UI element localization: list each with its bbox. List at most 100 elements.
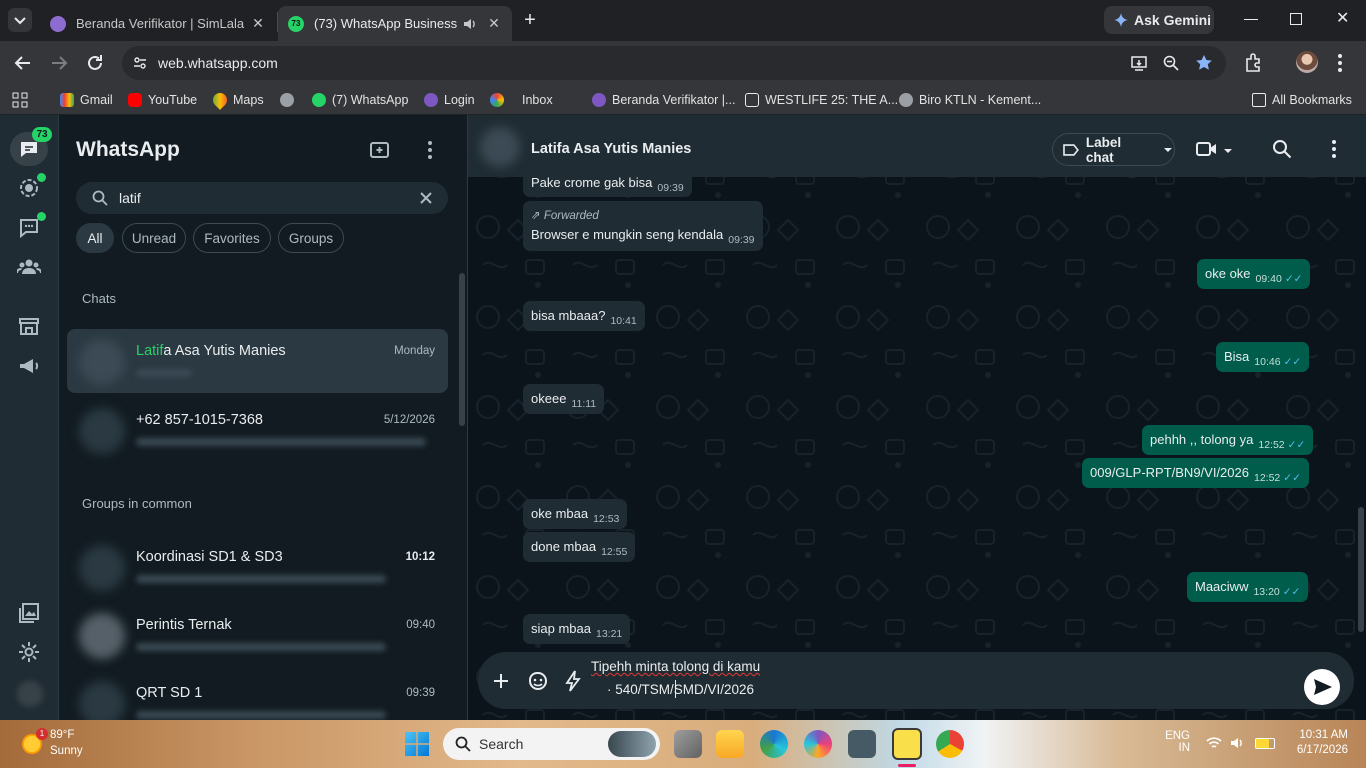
filter-favorites[interactable]: Favorites [193, 223, 271, 253]
contact-name[interactable]: Latifa Asa Yutis Manies [531, 141, 691, 157]
outgoing-message[interactable]: oke oke 09:40 ✓✓ [1197, 259, 1311, 289]
tab-simlala[interactable]: Beranda Verifikator | SimLala ✕ [40, 6, 276, 41]
message-draft-line-1[interactable]: Tipehh minta tolong di kamu [591, 659, 760, 674]
copilot-icon[interactable] [804, 730, 832, 758]
site-info-icon[interactable] [132, 55, 148, 71]
close-tab-icon[interactable]: ✕ [486, 15, 502, 32]
chrome-menu-icon[interactable] [1328, 51, 1352, 75]
clock[interactable]: 10:31 AM 6/17/2026 [1280, 729, 1348, 756]
bookmark-gmail[interactable]: Gmail [60, 91, 113, 109]
extensions-icon[interactable] [1242, 51, 1266, 75]
label-chat-button[interactable]: Label chat [1052, 133, 1175, 166]
menu-dots-icon[interactable] [1324, 139, 1344, 159]
sticker-emoji-icon[interactable] [527, 670, 549, 692]
incoming-message[interactable]: oke mbaa 12:53 [523, 499, 628, 529]
search-input[interactable] [119, 188, 399, 208]
task-view-icon[interactable] [674, 730, 702, 758]
chat-list-panel: WhatsApp All Unread Favorites Groups Cha… [59, 115, 468, 720]
bookmark-youtube[interactable]: YouTube [128, 91, 197, 109]
filter-groups[interactable]: Groups [278, 223, 344, 253]
weather-widget[interactable]: 1 89°F Sunny [20, 728, 90, 760]
bookmark-biro-ktln[interactable]: Biro KTLN - Kement... [899, 91, 1041, 109]
chat-list-scrollbar[interactable] [459, 273, 465, 426]
outgoing-message[interactable]: pehhh ,, tolong ya 12:52 ✓✓ [1142, 425, 1314, 455]
install-app-icon[interactable] [1130, 54, 1148, 72]
profile-avatar[interactable] [1296, 51, 1318, 73]
video-call-icon[interactable] [1196, 140, 1218, 158]
search-icon[interactable] [1272, 139, 1292, 159]
incoming-message[interactable]: done mbaa 12:55 [523, 532, 636, 562]
outgoing-message[interactable]: Bisa 10:46 ✓✓ [1216, 342, 1310, 372]
close-tab-icon[interactable]: ✕ [250, 15, 266, 32]
chat-row[interactable]: +62 857-1015-7368 5/12/2026 [67, 398, 448, 462]
clear-search-icon[interactable] [419, 191, 433, 205]
chrome-browser-icon[interactable] [936, 730, 964, 758]
zoom-icon[interactable] [1162, 54, 1180, 72]
group-row[interactable]: Koordinasi SD1 & SD3 10:12 [67, 535, 448, 599]
quick-reply-lightning-icon[interactable] [565, 670, 581, 692]
apps-grid-icon[interactable] [12, 92, 28, 108]
address-bar[interactable]: web.whatsapp.com [122, 46, 1226, 80]
outgoing-message[interactable]: 009/GLP-RPT/BN9/VI/2026 12:52 ✓✓ [1082, 458, 1309, 488]
communities-icon[interactable] [17, 255, 41, 279]
speaker-icon[interactable] [462, 16, 478, 32]
incoming-message[interactable]: ⇗ Forwarded Browser e mungkin seng kenda… [523, 201, 763, 251]
bookmark-inbox[interactable]: Inbox [490, 91, 553, 109]
battery-icon[interactable] [1255, 738, 1275, 749]
tab-whatsapp[interactable]: 73 (73) WhatsApp Business ✕ [278, 6, 512, 41]
outgoing-message[interactable]: Maaciww 13:20 ✓✓ [1187, 572, 1309, 602]
taskbar-search[interactable]: Search [443, 728, 660, 760]
settings-gear-icon[interactable] [17, 640, 41, 664]
filter-unread[interactable]: Unread [122, 223, 186, 253]
bookmark-maps[interactable]: Maps [210, 90, 264, 110]
reload-icon[interactable] [83, 51, 107, 75]
conversation-header[interactable]: Latifa Asa Yutis Manies Label chat [468, 115, 1366, 177]
all-bookmarks[interactable]: All Bookmarks [1252, 91, 1352, 109]
camera-app-icon[interactable] [848, 730, 876, 758]
bookmark-globe[interactable] [280, 91, 300, 109]
group-row[interactable]: Perintis Ternak 09:40 [67, 603, 448, 667]
group-row[interactable]: QRT SD 1 09:39 [67, 671, 448, 720]
forward-arrow-icon[interactable] [47, 51, 71, 75]
new-tab-button[interactable]: + [520, 10, 540, 30]
filter-all[interactable]: All [76, 223, 114, 253]
chevron-down-icon[interactable] [1222, 145, 1234, 157]
contact-avatar[interactable] [480, 127, 520, 167]
message-draft-line-2[interactable]: · 540/TSM/SMD/VI/2026 [591, 682, 754, 697]
menu-dots-icon[interactable] [419, 139, 441, 161]
new-chat-icon[interactable] [369, 139, 391, 161]
bookmark-whatsapp[interactable]: (7) WhatsApp [312, 91, 408, 109]
profile-avatar[interactable] [17, 681, 43, 707]
restore-window-icon[interactable] [1290, 13, 1302, 25]
bookmark-beranda[interactable]: Beranda Verifikator |... [592, 91, 735, 109]
minimize-window-icon[interactable] [1244, 12, 1258, 26]
bookmark-westlife[interactable]: WESTLIFE 25: THE A... [745, 91, 898, 109]
edge-browser-icon[interactable] [760, 730, 788, 758]
wifi-icon[interactable] [1206, 736, 1222, 750]
bookmark-login[interactable]: Login [424, 91, 475, 109]
bookmark-star-icon[interactable] [1194, 53, 1214, 73]
megaphone-icon[interactable] [17, 354, 41, 378]
conversation-scrollbar[interactable] [1358, 507, 1364, 632]
attach-plus-icon[interactable] [492, 672, 510, 690]
search-box[interactable] [76, 182, 448, 214]
status-dot [37, 173, 46, 182]
incoming-message[interactable]: okeee 11:11 [523, 384, 605, 414]
language-indicator[interactable]: ENG IN [1160, 730, 1190, 754]
send-button[interactable] [1304, 669, 1340, 705]
start-windows-icon[interactable] [405, 732, 429, 756]
volume-icon[interactable] [1229, 735, 1245, 751]
file-explorer-icon[interactable] [716, 730, 744, 758]
incoming-message[interactable]: bisa mbaaa? 10:41 [523, 301, 645, 331]
close-window-icon[interactable]: ✕ [1336, 8, 1352, 30]
incoming-message[interactable]: siap mbaa 13:21 [523, 614, 631, 644]
chat-row[interactable]: Latifa Asa Yutis Manies Monday [67, 329, 448, 393]
sticky-notes-icon[interactable] [892, 728, 922, 760]
weather-badge: 1 [36, 728, 48, 740]
catalog-store-icon[interactable] [17, 314, 41, 338]
tab-search-button[interactable] [8, 8, 32, 32]
media-gallery-icon[interactable] [17, 601, 41, 625]
back-arrow-icon[interactable] [11, 51, 35, 75]
ask-gemini-button[interactable]: Ask Gemini [1104, 6, 1214, 34]
incoming-message[interactable]: Pake crome gak bisa 09:39 [523, 171, 692, 197]
